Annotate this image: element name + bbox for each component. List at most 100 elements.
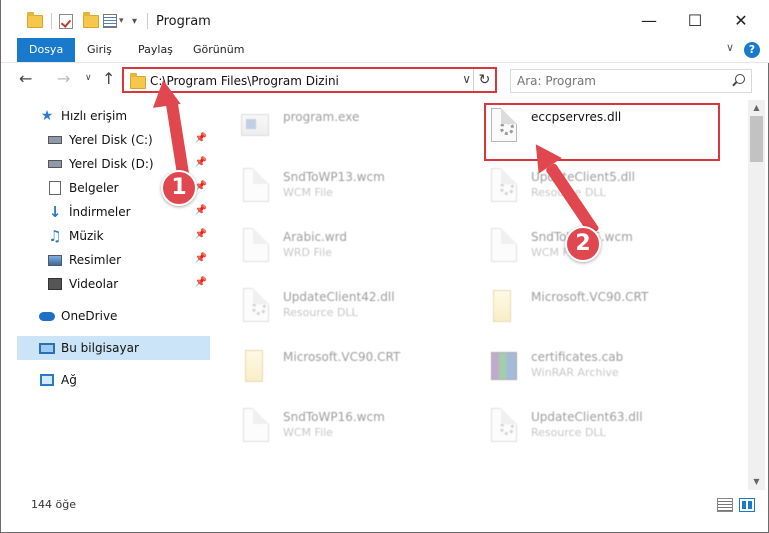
file-name: SndToWP16.wcm: [283, 410, 385, 424]
pin-icon[interactable]: 📌: [195, 133, 207, 144]
sidebar-item-label: Müzik: [69, 229, 104, 243]
tab-dosya[interactable]: Dosya: [17, 38, 76, 62]
title-bar: ▾ ▾ Program — ☐ ✕: [1, 0, 769, 40]
search-box[interactable]: [510, 69, 752, 93]
file-icon: [239, 408, 271, 448]
file-type: Resource DLL: [531, 426, 606, 439]
pin-icon[interactable]: 📌: [195, 157, 207, 168]
tiles-view-icon[interactable]: [739, 498, 755, 512]
folder-doc-icon: [487, 288, 519, 328]
sidebar-item-label: İndirmeler: [69, 205, 131, 219]
annotation-badge-1: 1: [161, 170, 197, 206]
sidebar-item-videos[interactable]: Videolar 📌: [47, 272, 211, 296]
file-item[interactable]: UpdateClient42.dll Resource DLL: [213, 282, 453, 338]
sidebar-item-network[interactable]: Ağ: [39, 368, 211, 392]
pin-icon[interactable]: 📌: [195, 253, 207, 264]
recent-locations-icon[interactable]: ∨: [85, 73, 92, 83]
refresh-icon[interactable]: ↻: [473, 69, 495, 91]
sidebar-item-music[interactable]: ♫ Müzik 📌: [47, 224, 211, 248]
drive-icon: [47, 156, 63, 172]
videos-icon: [47, 276, 63, 292]
help-icon[interactable]: ?: [744, 42, 760, 58]
sidebar-item-pictures[interactable]: Resimler 📌: [47, 248, 211, 272]
sidebar-item-label: Resimler: [69, 253, 122, 267]
qa-dropdown-icon[interactable]: ▾: [119, 10, 124, 32]
folder-doc-icon: [239, 348, 271, 388]
file-item[interactable]: SndToWP13.wcm WCM File: [213, 162, 453, 218]
scroll-down-icon[interactable]: ▼: [748, 474, 765, 490]
dll-icon: [487, 168, 519, 208]
status-bar: 144 öğe: [1, 493, 769, 517]
file-item[interactable]: Microsoft.VC90.CRT: [461, 282, 701, 338]
minimize-icon[interactable]: —: [626, 0, 672, 40]
file-name: Microsoft.VC90.CRT: [531, 290, 649, 304]
dll-icon: [487, 408, 519, 448]
window-title: Program: [156, 14, 211, 29]
pin-icon[interactable]: 📌: [195, 229, 207, 240]
properties-icon[interactable]: [103, 10, 117, 32]
address-path[interactable]: C:\Program Files\Program Dizini: [150, 74, 339, 88]
pictures-icon: [47, 252, 63, 268]
tab-paylas[interactable]: Paylaş: [126, 38, 185, 62]
sidebar-item-onedrive[interactable]: OneDrive: [39, 304, 211, 328]
file-name: certificates.cab: [531, 350, 624, 364]
pin-icon[interactable]: 📌: [195, 205, 207, 216]
sidebar-item-this-pc[interactable]: Bu bilgisayar: [17, 336, 210, 360]
file-name: program.exe: [283, 110, 360, 124]
file-item[interactable]: Arabic.wrd WRD File: [213, 222, 453, 278]
music-icon: ♫: [48, 227, 62, 245]
file-type: Resource DLL: [283, 306, 358, 319]
file-type: WRD File: [283, 246, 332, 259]
search-input[interactable]: [517, 73, 717, 89]
dll-icon: [239, 288, 271, 328]
folder-icon: [130, 73, 146, 89]
computer-icon: [39, 340, 55, 356]
sidebar-item-label: Belgeler: [69, 181, 119, 195]
file-item[interactable]: Microsoft.VC90.CRT: [213, 342, 453, 398]
explorer-window: ▾ ▾ Program — ☐ ✕ Dosya Giriş Paylaş Gör…: [0, 0, 769, 533]
tab-giris[interactable]: Giriş: [75, 38, 124, 62]
tab-gorunum[interactable]: Görünüm: [181, 38, 256, 62]
scroll-thumb[interactable]: [750, 116, 763, 162]
back-icon[interactable]: ←: [19, 69, 32, 88]
file-name: UpdateClient42.dll: [283, 290, 395, 304]
scroll-up-icon[interactable]: ▲: [748, 100, 765, 116]
qa-separator: [51, 10, 52, 32]
vertical-scrollbar[interactable]: ▲ ▼: [748, 100, 765, 490]
close-icon[interactable]: ✕: [718, 0, 764, 40]
file-name: SndToWP13.wcm: [283, 170, 385, 184]
documents-icon: [47, 180, 63, 196]
file-icon: [239, 228, 271, 268]
expand-ribbon-icon[interactable]: ∨: [726, 41, 734, 54]
file-item[interactable]: SndToWP16.wcm WCM File: [213, 402, 453, 458]
new-folder-icon[interactable]: [83, 10, 99, 32]
address-dropdown-icon[interactable]: ∨: [462, 72, 471, 86]
file-name: UpdateClient63.dll: [531, 410, 643, 424]
file-name: Microsoft.VC90.CRT: [283, 350, 401, 364]
maximize-icon[interactable]: ☐: [672, 0, 718, 40]
exe-icon: [239, 108, 271, 148]
sidebar-item-label: Bu bilgisayar: [61, 341, 139, 355]
sidebar-item-disk-c[interactable]: Yerel Disk (C:) 📌: [47, 128, 211, 152]
file-item[interactable]: UpdateClient63.dll Resource DLL: [461, 402, 701, 458]
sidebar-item-label: Hızlı erişim: [61, 109, 128, 123]
drive-icon: [47, 132, 63, 148]
properties-check-icon[interactable]: [59, 10, 73, 32]
sidebar-item-label: Ağ: [61, 373, 77, 387]
download-icon: ↓: [48, 203, 62, 221]
file-item[interactable]: certificates.cab WinRAR Archive: [461, 342, 701, 398]
quick-access-folder-icon[interactable]: [27, 10, 43, 32]
details-view-icon[interactable]: [717, 498, 733, 512]
up-icon[interactable]: ↑: [102, 69, 115, 88]
search-icon: [735, 74, 745, 84]
sidebar-item-label: Videolar: [69, 277, 119, 291]
sidebar-item-quick-access[interactable]: ★ Hızlı erişim: [39, 104, 211, 128]
forward-icon[interactable]: →: [57, 69, 70, 88]
file-item[interactable]: program.exe: [213, 102, 453, 158]
file-type: WCM File: [283, 186, 333, 199]
file-icon: [239, 168, 271, 208]
pin-icon[interactable]: 📌: [195, 277, 207, 288]
customize-toolbar-icon[interactable]: ▾: [132, 10, 137, 32]
archive-icon: [487, 348, 519, 388]
sidebar-item-label: OneDrive: [61, 309, 118, 323]
